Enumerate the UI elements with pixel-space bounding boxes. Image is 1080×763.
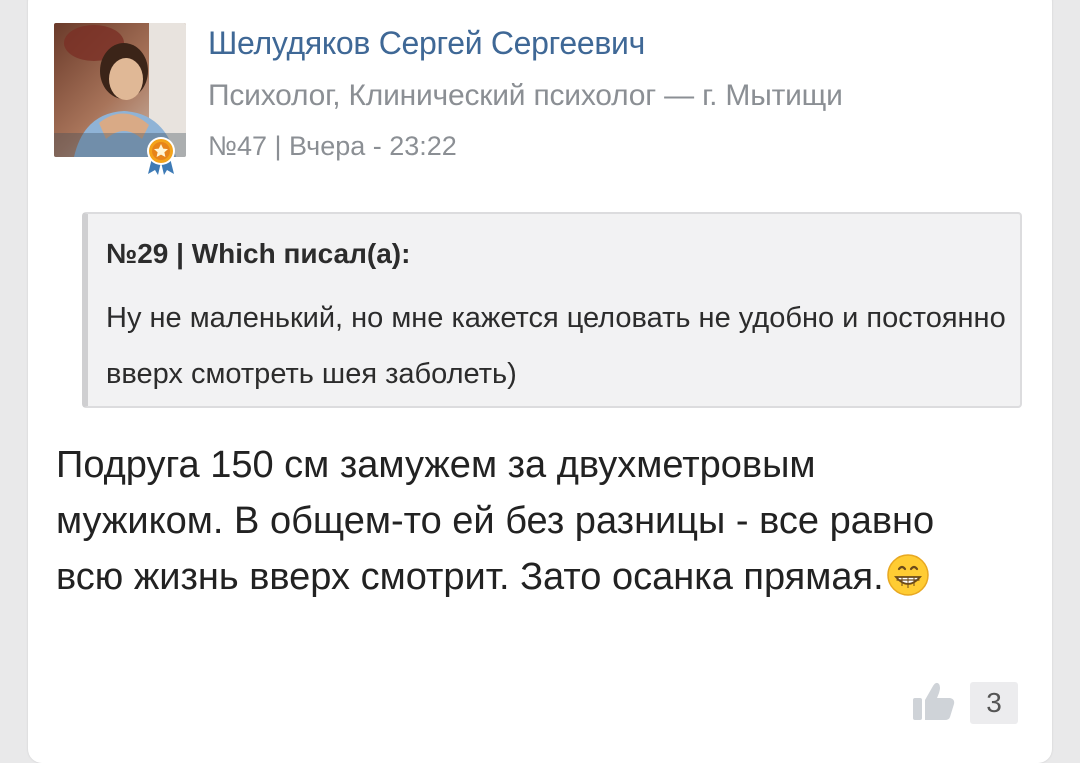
author-name[interactable]: Шелудяков Сергей Сергеевич bbox=[208, 25, 645, 62]
thumbs-up-icon[interactable] bbox=[911, 680, 957, 722]
quote-text: Ну не маленький, но мне кажется целовать… bbox=[106, 302, 1006, 390]
like-count[interactable]: 3 bbox=[970, 682, 1018, 724]
author-role: Психолог, Клинический психолог — г. Мыти… bbox=[208, 79, 843, 112]
post-meta: №47 | Вчера - 23:22 bbox=[208, 131, 457, 161]
medal-icon bbox=[143, 136, 179, 176]
post-body: Подруга 150 см замужем за двухметровым м… bbox=[56, 437, 986, 605]
quote-block: №29 | Which писал(а): Ну не маленький, н… bbox=[82, 212, 1022, 408]
post-text: Подруга 150 см замужем за двухметровым м… bbox=[56, 444, 935, 598]
grinning-face-emoji-icon bbox=[886, 553, 930, 597]
quote-header[interactable]: №29 | Which писал(а): bbox=[106, 238, 410, 270]
